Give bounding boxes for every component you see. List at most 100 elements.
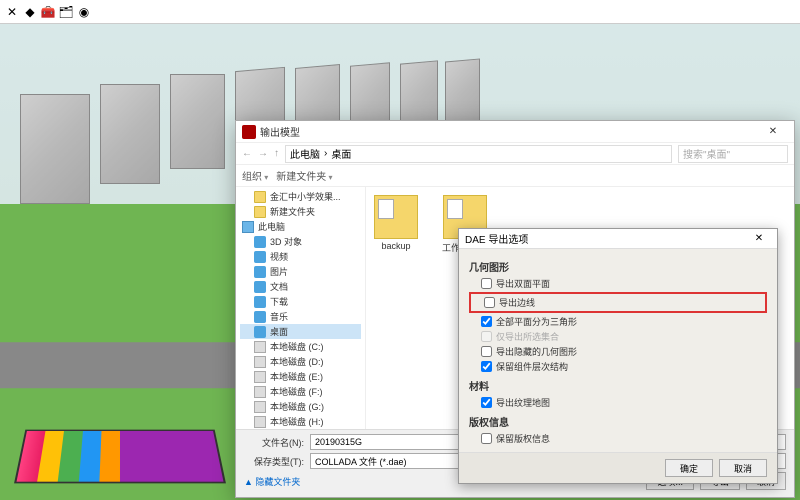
tree-item-label: 新建文件夹 (270, 205, 315, 218)
ok-button[interactable]: 确定 (665, 459, 713, 477)
option-label: 导出边线 (499, 296, 535, 309)
option-row[interactable]: 全部平面分为三角形 (469, 314, 767, 329)
blue-icon (254, 236, 266, 248)
option-label: 保留版权信息 (496, 432, 550, 445)
option-row[interactable]: 导出双面平面 (469, 276, 767, 291)
tree-item-label: 视频 (270, 250, 288, 263)
option-row[interactable]: 保留版权信息 (469, 431, 767, 446)
filename-label: 文件名(N): (244, 436, 304, 449)
breadcrumb-root[interactable]: 此电脑 (290, 146, 320, 161)
option-row[interactable]: 导出隐藏的几何图形 (469, 344, 767, 359)
drive-icon (254, 371, 266, 383)
option-checkbox[interactable] (481, 397, 492, 408)
option-checkbox[interactable] (481, 316, 492, 327)
tree-item[interactable]: 下载 (240, 294, 361, 309)
dialog-toolbar: 组织 新建文件夹 (236, 165, 794, 187)
tree-item[interactable]: 音乐 (240, 309, 361, 324)
nav-forward-icon[interactable]: → (258, 148, 268, 159)
tool-2[interactable]: ◆ (22, 4, 38, 20)
option-checkbox[interactable] (481, 361, 492, 372)
building (170, 74, 225, 169)
pc-icon (242, 221, 254, 233)
drive-icon (254, 341, 266, 353)
options-cancel-button[interactable]: 取消 (719, 459, 767, 477)
organize-menu[interactable]: 组织 (242, 168, 268, 183)
new-folder-button[interactable]: 新建文件夹 (276, 168, 332, 183)
tree-item[interactable]: 新建文件夹 (240, 204, 361, 219)
section-label-material: 材料 (469, 378, 767, 393)
option-label: 仅导出所选集合 (496, 330, 559, 343)
breadcrumb-sep: › (324, 148, 327, 159)
tree-item-label: 本地磁盘 (D:) (270, 355, 324, 368)
blue-icon (254, 311, 266, 323)
tree-item[interactable]: 本地磁盘 (F:) (240, 384, 361, 399)
option-checkbox[interactable] (481, 433, 492, 444)
tree-item-label: 下载 (270, 295, 288, 308)
blue-icon (254, 296, 266, 308)
colorful-building (14, 430, 226, 484)
folder-icon (254, 206, 266, 218)
drive-icon (254, 401, 266, 413)
nav-back-icon[interactable]: ← (242, 148, 252, 159)
tree-item[interactable]: 本地磁盘 (E:) (240, 369, 361, 384)
tree-item[interactable]: 此电脑 (240, 219, 361, 234)
options-title-text: DAE 导出选项 (465, 231, 747, 246)
dae-options-dialog: DAE 导出选项 ✕ 几何图形导出双面平面导出边线全部平面分为三角形仅导出所选集… (458, 228, 778, 484)
building (100, 84, 160, 184)
close-icon[interactable]: ✕ (758, 126, 788, 137)
blue-icon (254, 281, 266, 293)
option-label: 导出纹理地图 (496, 396, 550, 409)
tree-item[interactable]: 3D 对象 (240, 234, 361, 249)
tool-5[interactable]: ◉ (76, 4, 92, 20)
tree-item[interactable]: 本地磁盘 (H:) (240, 414, 361, 429)
file-item[interactable]: backup (374, 195, 418, 251)
option-row[interactable]: 导出纹理地图 (469, 395, 767, 410)
option-checkbox[interactable] (481, 346, 492, 357)
blue-icon (254, 326, 266, 338)
hide-folders-toggle[interactable]: ▲ 隐藏文件夹 (244, 475, 300, 488)
tree-item[interactable]: 本地磁盘 (D:) (240, 354, 361, 369)
option-label: 全部平面分为三角形 (496, 315, 577, 328)
option-label: 导出隐藏的几何图形 (496, 345, 577, 358)
main-toolbar: ✕ ◆ 🧰 🗂 ◉ (0, 0, 800, 24)
filetype-label: 保存类型(T): (244, 455, 304, 468)
tree-item-label: 音乐 (270, 310, 288, 323)
tree-item-label: 本地磁盘 (H:) (270, 415, 324, 428)
search-input[interactable]: 搜索"桌面" (678, 145, 788, 163)
option-row[interactable]: 保留组件层次结构 (469, 359, 767, 374)
options-close-icon[interactable]: ✕ (747, 233, 771, 244)
tree-item-label: 图片 (270, 265, 288, 278)
tree-item-label: 此电脑 (258, 220, 285, 233)
nav-up-icon[interactable]: ↑ (274, 148, 279, 159)
dialog-titlebar: 输出模型 ✕ (236, 121, 794, 143)
breadcrumb[interactable]: 此电脑 › 桌面 (285, 145, 672, 163)
option-checkbox[interactable] (484, 297, 495, 308)
tree-item[interactable]: 本地磁盘 (G:) (240, 399, 361, 414)
drive-icon (254, 386, 266, 398)
tree-item[interactable]: 本地磁盘 (C:) (240, 339, 361, 354)
app-icon (242, 125, 256, 139)
tree-item[interactable]: 金汇中小学效果... (240, 189, 361, 204)
blue-icon (254, 266, 266, 278)
tool-3[interactable]: 🧰 (40, 4, 56, 20)
breadcrumb-leaf[interactable]: 桌面 (331, 146, 351, 161)
option-checkbox (481, 331, 492, 342)
section-label-geometry: 几何图形 (469, 259, 767, 274)
tool-1[interactable]: ✕ (4, 4, 20, 20)
option-checkbox[interactable] (481, 278, 492, 289)
option-label: 保留组件层次结构 (496, 360, 568, 373)
tree-item[interactable]: 图片 (240, 264, 361, 279)
tool-4[interactable]: 🗂 (58, 4, 74, 20)
option-row[interactable]: 导出边线 (472, 295, 764, 310)
tree-item[interactable]: 文档 (240, 279, 361, 294)
tree-item[interactable]: 桌面 (240, 324, 361, 339)
tree-item-label: 本地磁盘 (G:) (270, 400, 324, 413)
folder-tree[interactable]: 金汇中小学效果...新建文件夹此电脑3D 对象视频图片文档下载音乐桌面本地磁盘 … (236, 187, 366, 429)
tree-item-label: 本地磁盘 (F:) (270, 385, 323, 398)
drive-icon (254, 356, 266, 368)
tree-item-label: 3D 对象 (270, 235, 302, 248)
tree-item[interactable]: 视频 (240, 249, 361, 264)
tree-item-label: 本地磁盘 (E:) (270, 370, 323, 383)
blue-icon (254, 251, 266, 263)
section-label-credits: 版权信息 (469, 414, 767, 429)
